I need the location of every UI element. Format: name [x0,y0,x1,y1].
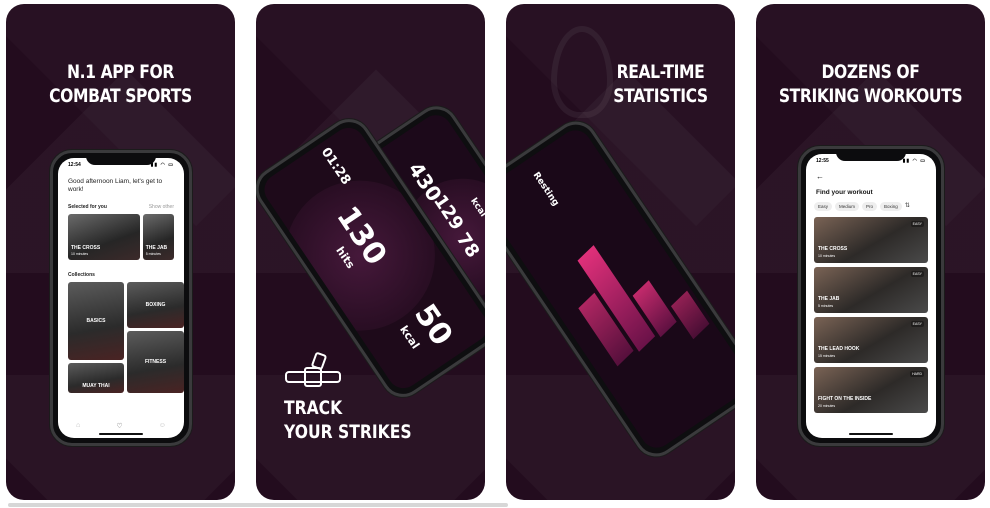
workout-duration: 10 minutes [818,254,836,258]
collection-label: BOXING [145,302,166,308]
greeting-text: Good afternoon Liam, let's get to work! [68,178,163,193]
headline-line-2: COMBAT SPORTS [49,85,192,107]
workout-duration: 20 minutes [818,404,836,408]
collections-label: Collections [68,272,95,278]
promo-card-1[interactable]: N.1 APP FOR COMBAT SPORTS 12:54 ▮▮ ◠ ▭ G… [6,4,235,500]
sort-icon[interactable]: ⇅ [905,202,910,211]
headline-line-1: DOZENS OF [821,61,920,83]
filter-chips: Easy Medium Pro Boxing ⇅ [806,196,936,211]
show-other-link[interactable]: Show other [149,204,174,210]
workout-list: EASY THE CROSS 10 minutes EASY THE JAB 5… [806,211,936,413]
phone-screen: 12:55 ▮▮ ◠ ▭ ← Find your workout Easy Me… [806,154,936,438]
headline: DOZENS OF STRIKING WORKOUTS [777,60,965,108]
phone-mockup: 12:54 ▮▮ ◠ ▭ Good afternoon Liam, let's … [50,150,192,446]
workout-title: THE JAB [818,296,840,302]
status-time: 12:54 [68,162,81,168]
promo-card-4[interactable]: DOZENS OF STRIKING WORKOUTS 12:55 ▮▮ ◠ ▭… [756,4,985,500]
belt-sensor-icon [285,352,341,387]
filter-chip-pro[interactable]: Pro [862,202,878,211]
selected-card[interactable]: THE CROSS 10 minutes [68,214,140,260]
back-arrow-icon[interactable]: ← [806,168,936,181]
selected-row: THE CROSS 10 minutes THE JAB 5 minutes [58,210,184,260]
phone-notch [836,149,906,161]
collection-label: FITNESS [144,359,167,365]
collection-label: BASICS [86,318,106,324]
glove-tab-icon[interactable]: ♡ [116,422,122,430]
headline: REAL-TIME STATISTICS [599,60,721,108]
tab-bar: ⌂ ♡ ☺ [58,422,184,430]
app-store-screenshots: N.1 APP FOR COMBAT SPORTS 12:54 ▮▮ ◠ ▭ G… [0,0,990,508]
home-indicator [99,433,143,435]
difficulty-badge: EASY [910,221,924,227]
headline-line-2: STATISTICS [613,85,708,107]
home-indicator [849,433,893,435]
workout-title: THE LEAD HOOK [818,346,860,352]
difficulty-badge: HARD [910,371,924,377]
selected-label: Selected for you [68,204,107,210]
timer: 01:28 [317,145,354,188]
collection-boxing[interactable]: BOXING [127,282,184,328]
promo-card-2[interactable]: 430 129 kcal 78 power 01:28 130 hits 50 … [256,4,485,500]
selected-card-duration: 5 minutes [145,252,161,256]
cta-line-1: TRACK [284,397,343,419]
horizontal-scrollbar[interactable] [8,503,508,507]
workout-card[interactable]: EASY THE CROSS 10 minutes [814,217,928,263]
headline-line-1: REAL-TIME [616,61,705,83]
stat-bar [670,290,710,340]
workout-title: FIGHT ON THE INSIDE [818,396,872,402]
selected-card-duration: 10 minutes [71,252,89,256]
filter-chip-easy[interactable]: Easy [814,202,833,211]
selected-card-title: THE JAB [145,245,168,251]
collection-basics[interactable]: BASICS [68,282,124,360]
filter-chip-medium[interactable]: Medium [835,202,860,211]
workout-card[interactable]: EASY THE LEAD HOOK 15 minutes [814,317,928,363]
headline-line-2: STRIKING WORKOUTS [778,85,963,107]
workout-duration: 15 minutes [818,354,836,358]
status-time: 12:55 [816,158,829,164]
workout-card[interactable]: EASY THE JAB 5 minutes [814,267,928,313]
headline-line-1: N.1 APP FOR [67,61,174,83]
difficulty-badge: EASY [910,321,924,327]
home-tab-icon[interactable]: ⌂ [76,422,80,430]
phone-notch [86,153,156,165]
page-title: Find your workout [816,189,873,196]
promo-card-3[interactable]: REAL-TIME STATISTICS Resting [506,4,735,500]
workout-title: THE CROSS [818,246,848,252]
workout-duration: 5 minutes [818,304,834,308]
filter-chip-boxing[interactable]: Boxing [880,202,902,211]
collection-fitness[interactable]: FITNESS [127,331,184,393]
profile-tab-icon[interactable]: ☺ [159,422,166,430]
phone-screen: Resting [506,124,735,454]
headline: N.1 APP FOR COMBAT SPORTS [27,60,215,108]
resting-label: Resting [530,170,561,209]
difficulty-badge: EASY [910,271,924,277]
phone-mockup: Resting [506,113,735,465]
phone-mockup: 12:55 ▮▮ ◠ ▭ ← Find your workout Easy Me… [798,146,944,446]
phone-screen: 12:54 ▮▮ ◠ ▭ Good afternoon Liam, let's … [58,158,184,438]
status-icons: ▮▮ ◠ ▭ [902,158,926,164]
selected-card[interactable]: THE JAB 5 minutes [142,214,174,260]
collection-label: MUAY THAI [82,383,110,389]
cta-line-2: YOUR STRIKES [284,421,412,443]
workout-card[interactable]: HARD FIGHT ON THE INSIDE 20 minutes [814,367,928,413]
cta-headline: TRACK YOUR STRIKES [284,396,412,444]
collection-muay-thai[interactable]: MUAY THAI [68,363,124,393]
selected-card-title: THE CROSS [71,245,101,251]
status-icons: ▮▮ ◠ ▭ [150,162,174,168]
collections-grid: BASICS BOXING FITNESS MUAY THAI [68,282,184,393]
